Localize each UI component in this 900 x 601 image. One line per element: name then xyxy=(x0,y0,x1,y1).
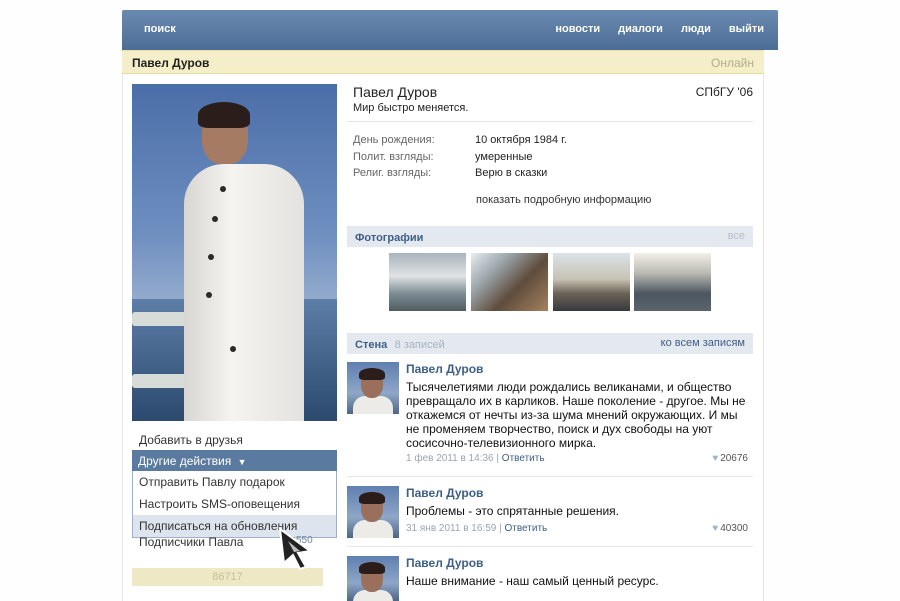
avatar-hair xyxy=(359,492,385,504)
post-meta: 1 фев 2011 в 14:36 | Ответить xyxy=(406,453,545,464)
photo-shirt-button xyxy=(230,346,236,352)
post-avatar[interactable] xyxy=(347,362,399,414)
photo-thumbnail[interactable] xyxy=(389,253,466,311)
mouse-cursor-icon xyxy=(278,526,313,571)
other-actions-dropdown[interactable]: Другие действия ▼ xyxy=(132,450,337,471)
photo-thumbnail[interactable] xyxy=(553,253,630,311)
chevron-down-icon: ▼ xyxy=(237,457,247,467)
nav-dialogs[interactable]: диалоги xyxy=(618,23,663,35)
divider xyxy=(347,546,753,547)
profile-photo[interactable] xyxy=(132,84,337,421)
profile-name-bar: Павел Дуров Онлайн xyxy=(122,50,764,74)
photo-shirt-button xyxy=(212,216,218,222)
avatar-body xyxy=(353,520,393,538)
reply-link[interactable]: Ответить xyxy=(505,523,548,534)
nav-news[interactable]: новости xyxy=(555,23,600,35)
profile-status: Мир быстро меняется. xyxy=(353,102,469,114)
post-author[interactable]: Павел Дуров xyxy=(406,362,483,376)
divider xyxy=(347,121,753,122)
post-text: Тысячелетиями люди рождались великанами,… xyxy=(406,380,746,450)
post-author[interactable]: Павел Дуров xyxy=(406,556,483,570)
like-count: 40300 xyxy=(720,523,748,534)
wall-title[interactable]: Стена xyxy=(355,339,387,351)
show-more-info-link[interactable]: показать подробную информацию xyxy=(476,194,651,206)
post-avatar[interactable] xyxy=(347,556,399,601)
heart-icon: ♥ xyxy=(712,523,719,534)
photos-title[interactable]: Фотографии xyxy=(355,232,423,244)
avatar-body xyxy=(353,396,393,414)
photo-shirt xyxy=(184,164,304,421)
wall-count: 8 записей xyxy=(394,339,445,351)
menu-item-send-gift[interactable]: Отправить Павлу подарок xyxy=(133,471,336,493)
post-meta: 31 янв 2011 в 16:59 | Ответить xyxy=(406,523,547,534)
menu-item-sms-alerts[interactable]: Настроить SMS-оповещения xyxy=(133,493,336,515)
avatar-hair xyxy=(359,562,385,574)
reply-link[interactable]: Ответить xyxy=(502,453,545,464)
top-bar: поиск новости диалоги люди выйти xyxy=(122,10,778,50)
subscribers-link[interactable]: Подписчики Павла xyxy=(139,535,243,549)
search-link[interactable]: поиск xyxy=(144,23,176,35)
info-value[interactable]: 10 октября 1984 г. xyxy=(475,134,567,146)
university-link[interactable]: СПбГУ '06 xyxy=(696,85,753,99)
like-button[interactable]: ♥ 20676 xyxy=(712,453,748,464)
photo-shirt-button xyxy=(208,254,214,260)
post-date[interactable]: 1 фев 2011 в 14:36 xyxy=(406,453,494,464)
other-actions-label: Другие действия xyxy=(138,454,232,468)
divider xyxy=(347,476,753,477)
photo-thumbnail[interactable] xyxy=(634,253,711,311)
post-date[interactable]: 31 янв 2011 в 16:59 xyxy=(406,523,496,534)
profile-header-name: Павел Дуров xyxy=(132,56,210,70)
profile-name: Павел Дуров xyxy=(353,84,438,100)
info-key: Религ. взгляды: xyxy=(353,167,432,179)
heart-icon: ♥ xyxy=(712,453,719,464)
info-key: Полит. взгляды: xyxy=(353,151,434,163)
photo-shirt-button xyxy=(220,186,226,192)
post-author[interactable]: Павел Дуров xyxy=(406,486,483,500)
wall-section-header: Стена 8 записей ко всем записям xyxy=(347,333,753,354)
nav-logout[interactable]: выйти xyxy=(729,23,764,35)
photo-hair xyxy=(198,102,250,128)
like-button[interactable]: ♥ 40300 xyxy=(712,523,748,534)
post-text: Наше внимание - наш самый ценный ресурс. xyxy=(406,574,659,588)
photo-thumbnail[interactable] xyxy=(471,253,548,311)
avatar-hair xyxy=(359,368,385,380)
info-key: День рождения: xyxy=(353,134,435,146)
add-friend-link[interactable]: Добавить в друзья xyxy=(139,433,243,447)
photo-shirt-button xyxy=(206,292,212,298)
wall-all-link[interactable]: ко всем записям xyxy=(661,337,745,349)
info-value[interactable]: умеренные xyxy=(475,151,532,163)
photos-section-header: Фотографии все xyxy=(347,226,753,247)
top-nav: новости диалоги люди выйти xyxy=(555,23,764,35)
info-value[interactable]: Верю в сказки xyxy=(475,167,547,179)
online-status: Онлайн xyxy=(711,56,754,70)
nav-people[interactable]: люди xyxy=(681,23,711,35)
like-count: 20676 xyxy=(720,453,748,464)
photos-all-link[interactable]: все xyxy=(728,230,745,242)
post-avatar[interactable] xyxy=(347,486,399,538)
post-text: Проблемы - это спрятанные решения. xyxy=(406,504,620,518)
